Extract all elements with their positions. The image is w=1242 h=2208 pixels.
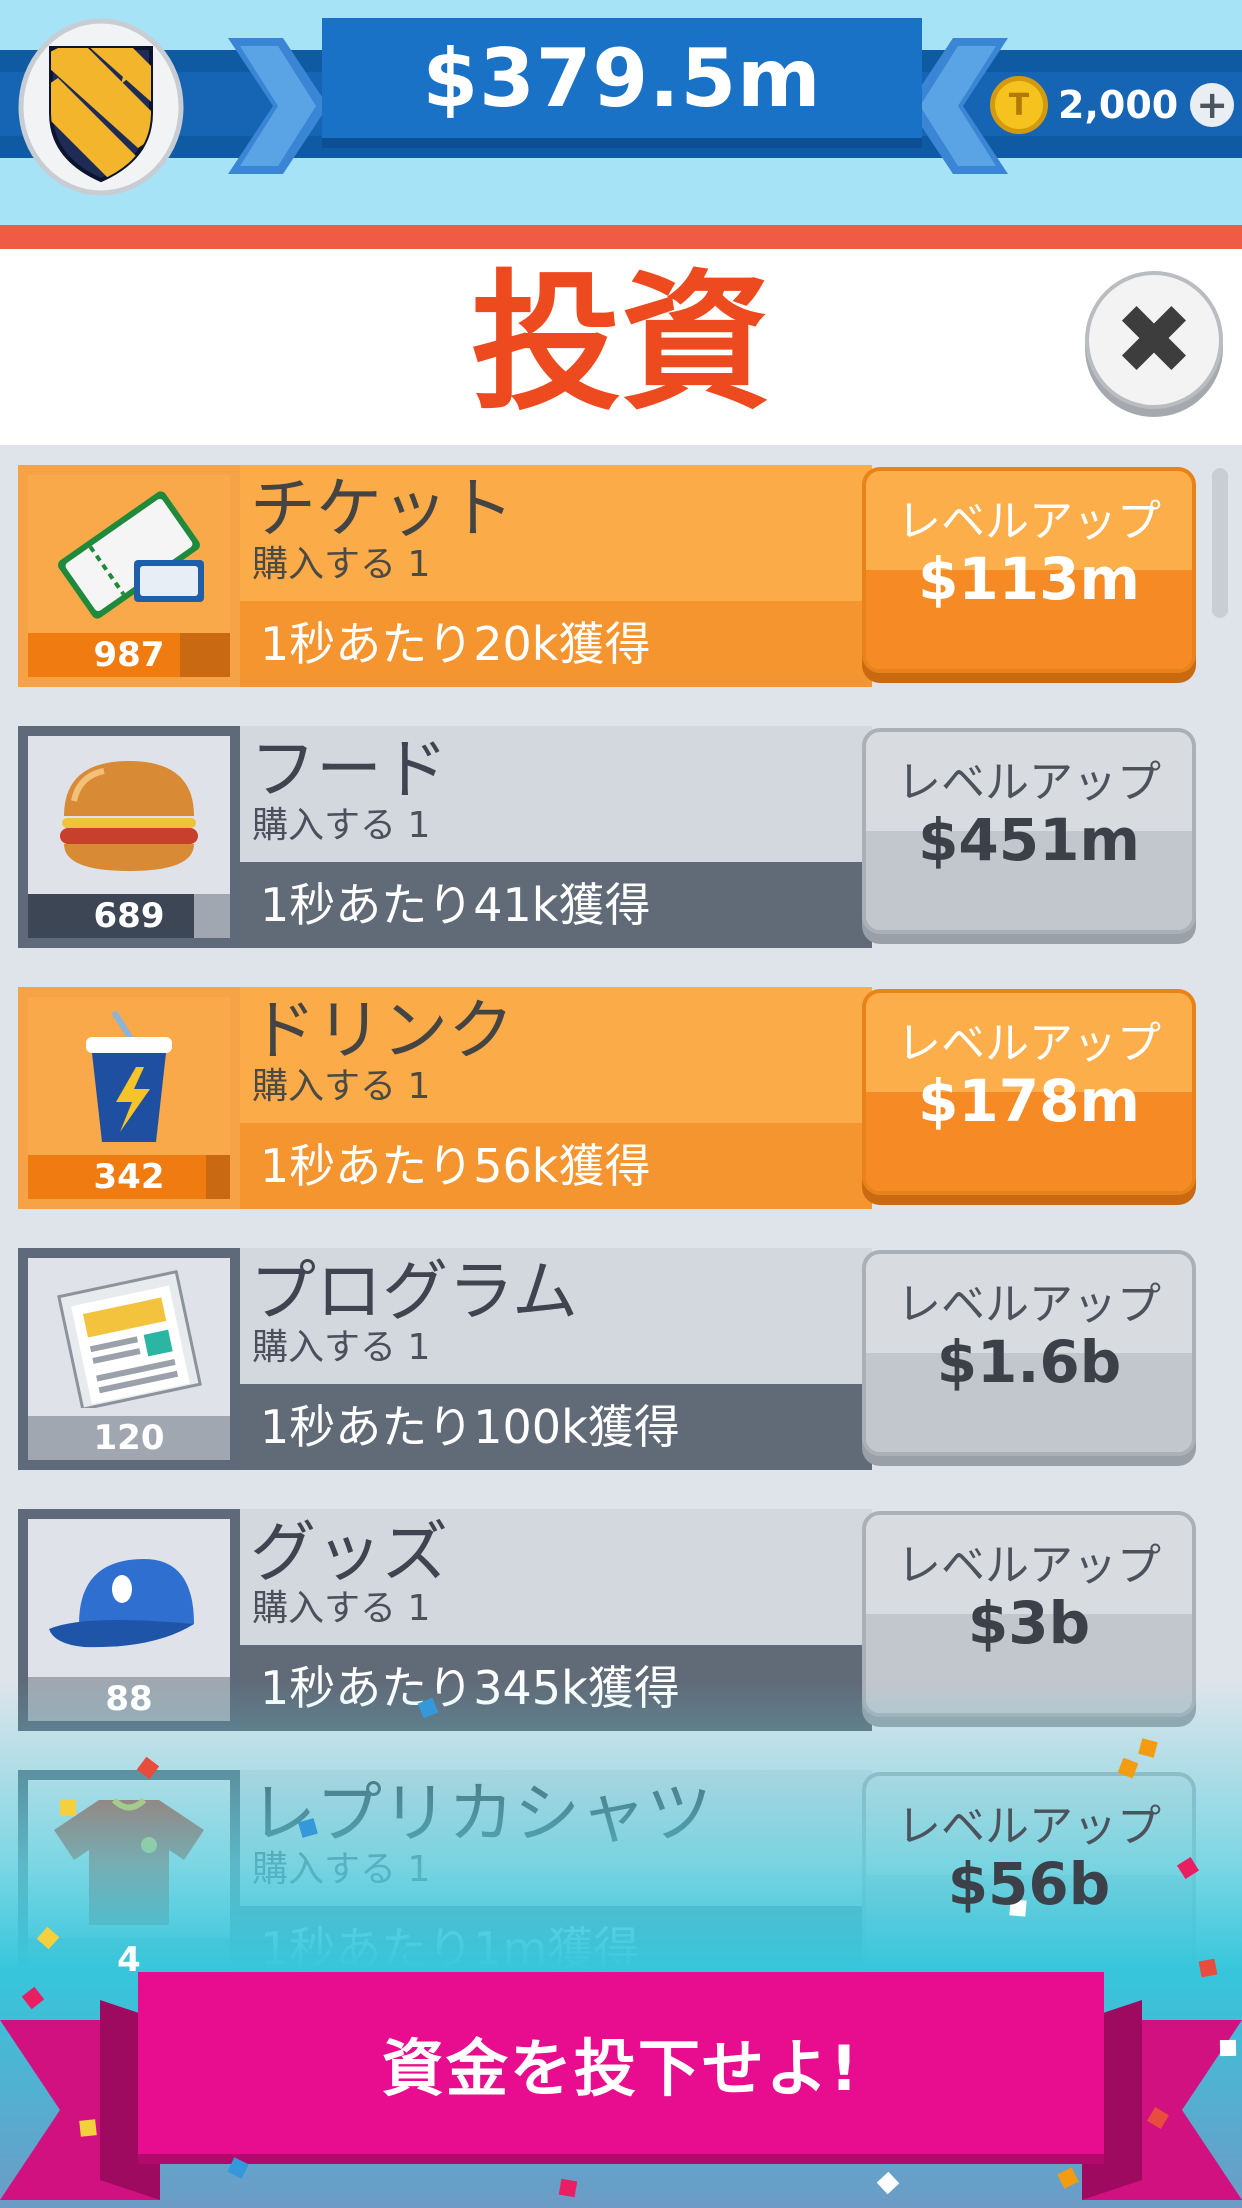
item-info: ドリンク 購入する 1 1秒あたり56k獲得 bbox=[240, 987, 872, 1209]
item-level-count: 4 bbox=[117, 1940, 141, 1980]
level-up-button[interactable]: レベルアップ $113m bbox=[862, 467, 1196, 673]
level-up-button[interactable]: レベルアップ $178m bbox=[862, 989, 1196, 1195]
investment-row: 4 レプリカシャツ 購入する 1 1秒あたり1m獲得 レベルアップ $56b bbox=[18, 1770, 1196, 1992]
level-up-price: $3b bbox=[967, 1589, 1091, 1657]
item-rate-bar: 1秒あたり345k獲得 bbox=[240, 1645, 872, 1731]
coin-icon: T bbox=[990, 76, 1048, 134]
item-thumbnail: 689 bbox=[18, 726, 240, 948]
item-thumbnail: 4 bbox=[18, 1770, 240, 1992]
item-thumbnail: 342 bbox=[18, 987, 240, 1209]
investment-row: 987 チケット 購入する 1 1秒あたり20k獲得 レベルアップ $113m bbox=[18, 465, 1196, 687]
level-up-price: $178m bbox=[918, 1067, 1140, 1135]
add-coins-button[interactable]: + bbox=[1190, 83, 1235, 127]
item-level-count: 120 bbox=[93, 1418, 165, 1458]
team-crest-icon[interactable] bbox=[18, 18, 184, 196]
left-ribbon-decoration bbox=[0, 2000, 160, 2200]
level-up-price: $56b bbox=[947, 1850, 1111, 1918]
item-income-rate: 1秒あたり20k獲得 bbox=[260, 617, 651, 671]
close-button[interactable]: ✖ bbox=[1085, 271, 1223, 409]
confetti-piece bbox=[558, 2178, 578, 2198]
level-up-button[interactable]: レベルアップ $56b bbox=[862, 1772, 1196, 1978]
item-buy-quantity: 購入する 1 bbox=[252, 1066, 431, 1107]
item-buy-quantity: 購入する 1 bbox=[252, 1588, 431, 1629]
item-buy-quantity: 購入する 1 bbox=[252, 805, 431, 846]
plus-icon: + bbox=[1196, 83, 1229, 127]
item-thumbnail: 120 bbox=[18, 1248, 240, 1470]
item-level-count: 88 bbox=[105, 1679, 153, 1719]
item-name: プログラム bbox=[250, 1253, 579, 1330]
item-income-rate: 1秒あたり345k獲得 bbox=[260, 1661, 680, 1715]
right-ribbon-decoration bbox=[1082, 2000, 1242, 2200]
item-info: グッズ 購入する 1 1秒あたり345k獲得 bbox=[240, 1509, 872, 1731]
invest-button-label: 資金を投下せよ! bbox=[381, 2032, 861, 2105]
item-rate-bar: 1秒あたり100k獲得 bbox=[240, 1384, 872, 1470]
left-chevron-decoration bbox=[228, 38, 328, 174]
item-level-count: 342 bbox=[93, 1157, 165, 1197]
item-name: レプリカシャツ bbox=[250, 1775, 712, 1852]
level-up-price: $1.6b bbox=[936, 1328, 1122, 1396]
investment-row: 689 フード 購入する 1 1秒あたり41k獲得 レベルアップ $451m bbox=[18, 726, 1196, 948]
confetti-piece bbox=[876, 2171, 900, 2195]
item-name: チケット bbox=[250, 470, 514, 547]
investment-row: 88 グッズ 購入する 1 1秒あたり345k獲得 レベルアップ $3b bbox=[18, 1509, 1196, 1731]
cash-display: $379.5m bbox=[322, 18, 922, 148]
item-buy-quantity: 購入する 1 bbox=[252, 544, 431, 585]
confetti-piece bbox=[1219, 2039, 1237, 2057]
item-info: レプリカシャツ 購入する 1 1秒あたり1m獲得 bbox=[240, 1770, 872, 1992]
level-up-label: レベルアップ bbox=[897, 1018, 1161, 1069]
title-area: 投資 ✖ bbox=[0, 249, 1242, 445]
coin-balance: T 2,000 + bbox=[990, 73, 1235, 137]
item-info: チケット 購入する 1 1秒あたり20k獲得 bbox=[240, 465, 872, 687]
investment-row: 342 ドリンク 購入する 1 1秒あたり56k獲得 レベルアップ $178m bbox=[18, 987, 1196, 1209]
level-up-label: レベルアップ bbox=[897, 1540, 1161, 1591]
level-up-label: レベルアップ bbox=[897, 496, 1161, 547]
item-income-rate: 1秒あたり100k獲得 bbox=[260, 1400, 680, 1454]
item-rate-bar: 1秒あたり56k獲得 bbox=[240, 1123, 872, 1209]
item-info: フード 購入する 1 1秒あたり41k獲得 bbox=[240, 726, 872, 948]
item-name: フード bbox=[250, 731, 448, 808]
level-up-button[interactable]: レベルアップ $1.6b bbox=[862, 1250, 1196, 1456]
level-up-price: $451m bbox=[918, 806, 1140, 874]
level-up-label: レベルアップ bbox=[897, 1801, 1161, 1852]
level-up-label: レベルアップ bbox=[897, 1279, 1161, 1330]
item-buy-quantity: 購入する 1 bbox=[252, 1327, 431, 1368]
level-up-label: レベルアップ bbox=[897, 757, 1161, 808]
item-rate-bar: 1秒あたり41k獲得 bbox=[240, 862, 872, 948]
item-buy-quantity: 購入する 1 bbox=[252, 1849, 431, 1890]
item-name: ドリンク bbox=[250, 992, 514, 1069]
item-income-rate: 1秒あたり41k獲得 bbox=[260, 878, 651, 932]
confetti-piece bbox=[60, 1800, 76, 1816]
item-level-count: 689 bbox=[93, 896, 165, 936]
page-title: 投資 bbox=[470, 257, 771, 431]
item-name: グッズ bbox=[250, 1514, 448, 1591]
item-info: プログラム 購入する 1 1秒あたり100k獲得 bbox=[240, 1248, 872, 1470]
item-income-rate: 1秒あたり56k獲得 bbox=[260, 1139, 651, 1193]
coin-symbol: T bbox=[1008, 87, 1030, 123]
confetti-piece bbox=[79, 2119, 97, 2137]
item-rate-bar: 1秒あたり20k獲得 bbox=[240, 601, 872, 687]
coin-count: 2,000 bbox=[1058, 83, 1179, 127]
investment-row: 120 プログラム 購入する 1 1秒あたり100k獲得 レベルアップ $1.6… bbox=[18, 1248, 1196, 1470]
level-up-button[interactable]: レベルアップ $3b bbox=[862, 1511, 1196, 1717]
confetti-piece bbox=[1198, 1958, 1218, 1978]
item-thumbnail: 88 bbox=[18, 1509, 240, 1731]
level-up-button[interactable]: レベルアップ $451m bbox=[862, 728, 1196, 934]
close-icon: ✖ bbox=[1113, 284, 1195, 396]
item-thumbnail: 987 bbox=[18, 465, 240, 687]
confetti-piece bbox=[1057, 2167, 1079, 2189]
invest-button[interactable]: 資金を投下せよ! bbox=[138, 1972, 1104, 2154]
confetti-piece bbox=[227, 2157, 249, 2179]
level-up-price: $113m bbox=[918, 545, 1140, 613]
cash-amount: $379.5m bbox=[422, 31, 822, 125]
scrollbar[interactable] bbox=[1212, 468, 1228, 618]
item-level-count: 987 bbox=[93, 635, 165, 675]
header-divider bbox=[0, 225, 1242, 249]
